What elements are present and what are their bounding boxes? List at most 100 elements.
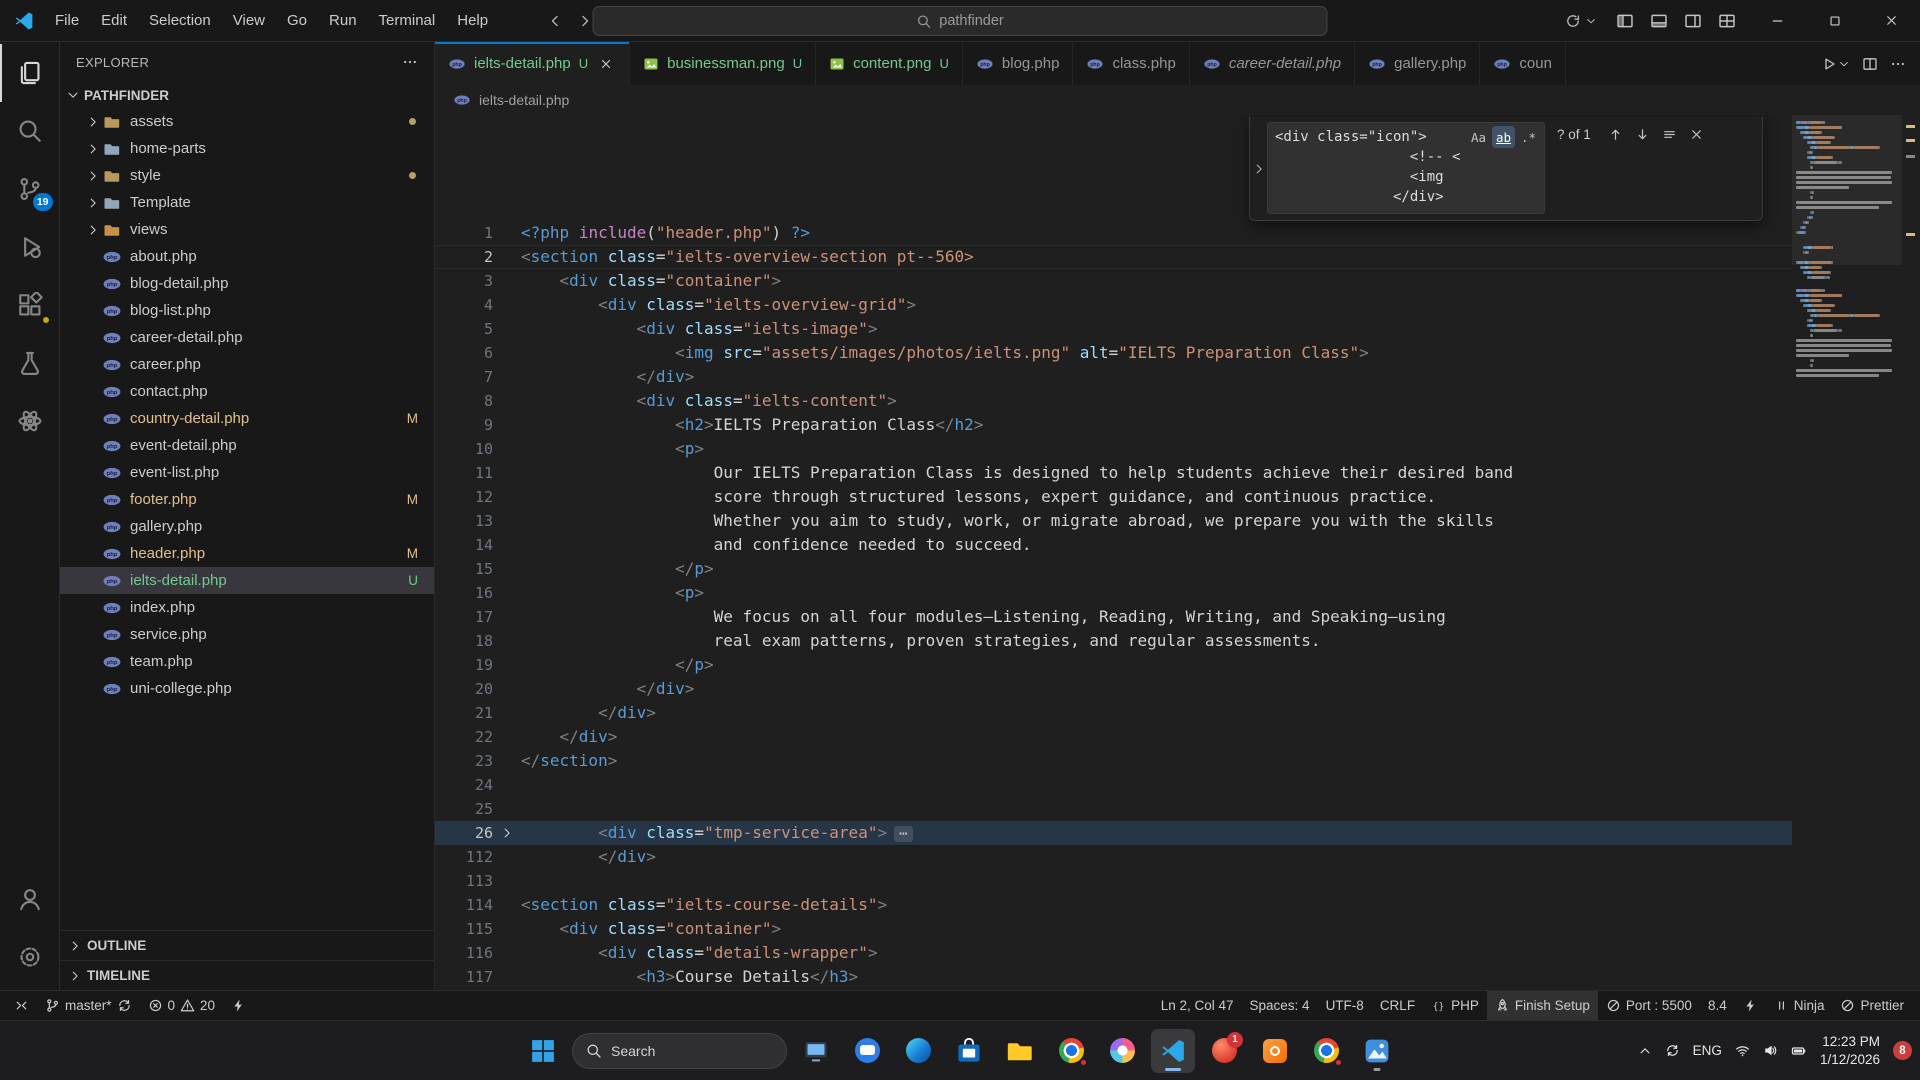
- tree-folder-home-parts[interactable]: home-parts: [60, 135, 434, 162]
- tree-file-team.php[interactable]: phpteam.php: [60, 648, 434, 675]
- find-input[interactable]: <div class="icon"> <!-- < <img </div> Aa…: [1267, 122, 1545, 214]
- code-line[interactable]: 16 <p>: [435, 581, 1792, 605]
- battery-icon[interactable]: [1791, 1043, 1807, 1059]
- activity-testing[interactable]: [0, 334, 60, 392]
- find-toggle-match-case[interactable]: Aa: [1467, 126, 1490, 148]
- code-line[interactable]: 117 <h3>Course Details</h3>: [435, 965, 1792, 989]
- line-number[interactable]: 21: [435, 701, 493, 725]
- code-line[interactable]: 15 </p>: [435, 557, 1792, 581]
- volume-icon[interactable]: [1763, 1043, 1778, 1058]
- line-number[interactable]: 113: [435, 869, 493, 893]
- tree-file-gallery.php[interactable]: phpgallery.php: [60, 513, 434, 540]
- tree-file-career.php[interactable]: phpcareer.php: [60, 351, 434, 378]
- tree-file-footer.php[interactable]: phpfooter.phpM: [60, 486, 434, 513]
- code-line[interactable]: 7 </div>: [435, 365, 1792, 389]
- line-number[interactable]: 2: [435, 245, 493, 269]
- code-line[interactable]: 2<section class="ielts-overview-section …: [435, 245, 1792, 269]
- code-line[interactable]: 25: [435, 797, 1792, 821]
- tree-file-blog-detail.php[interactable]: phpblog-detail.php: [60, 270, 434, 297]
- project-root[interactable]: PATHFINDER: [60, 82, 434, 108]
- taskbar-app-file-explorer-window[interactable]: [794, 1029, 838, 1073]
- line-number[interactable]: 8: [435, 389, 493, 413]
- line-number[interactable]: 11: [435, 461, 493, 485]
- status-live-status[interactable]: [1735, 991, 1766, 1020]
- find-in-selection-button[interactable]: [1657, 122, 1682, 146]
- minimap[interactable]: [1792, 115, 1902, 990]
- menu-go[interactable]: Go: [276, 6, 318, 36]
- tree-folder-style[interactable]: style: [60, 162, 434, 189]
- code-line[interactable]: 19 </p>: [435, 653, 1792, 677]
- menu-file[interactable]: File: [44, 6, 90, 36]
- toggle-secondary-sidebar-icon[interactable]: [1679, 7, 1707, 35]
- find-close-button[interactable]: [1684, 122, 1709, 146]
- line-number[interactable]: 112: [435, 845, 493, 869]
- back-icon[interactable]: [547, 13, 563, 29]
- toggle-panel-icon[interactable]: [1645, 7, 1673, 35]
- notification-badge[interactable]: 8: [1893, 1041, 1912, 1060]
- activity-addons[interactable]: [0, 392, 60, 450]
- fold-gutter[interactable]: [493, 821, 521, 845]
- line-number[interactable]: 7: [435, 365, 493, 389]
- code-line[interactable]: 5 <div class="ielts-image">: [435, 317, 1792, 341]
- taskbar-app-file-explorer[interactable]: [998, 1029, 1042, 1073]
- code-line[interactable]: 21 </div>: [435, 701, 1792, 725]
- status-problems[interactable]: 020: [140, 991, 224, 1020]
- code-line[interactable]: 12 score through structured lessons, exp…: [435, 485, 1792, 509]
- code-line[interactable]: 13 Whether you aim to study, work, or mi…: [435, 509, 1792, 533]
- find-toggle-use-regex[interactable]: .*: [1517, 126, 1540, 148]
- tree-file-service.php[interactable]: phpservice.php: [60, 621, 434, 648]
- status-ninja[interactable]: Ninja: [1766, 991, 1833, 1020]
- tab-career-detail.php[interactable]: phpcareer-detail.php: [1190, 42, 1355, 85]
- code-line[interactable]: 116 <div class="details-wrapper">: [435, 941, 1792, 965]
- status-git-branch[interactable]: master*: [37, 991, 140, 1020]
- tree-file-event-list.php[interactable]: phpevent-list.php: [60, 459, 434, 486]
- status-finish-setup[interactable]: Finish Setup: [1487, 991, 1598, 1020]
- code-line[interactable]: 24: [435, 773, 1792, 797]
- tree-file-country-detail.php[interactable]: phpcountry-detail.phpM: [60, 405, 434, 432]
- code-line[interactable]: 3 <div class="container">: [435, 269, 1792, 293]
- status-prettier[interactable]: Prettier: [1832, 991, 1912, 1020]
- tree-file-uni-college.php[interactable]: phpuni-college.php: [60, 675, 434, 702]
- line-number[interactable]: 4: [435, 293, 493, 317]
- run-code-button[interactable]: [1821, 56, 1850, 72]
- line-number[interactable]: 22: [435, 725, 493, 749]
- taskbar-app-photos[interactable]: [1355, 1029, 1399, 1073]
- tree-file-career-detail.php[interactable]: phpcareer-detail.php: [60, 324, 434, 351]
- line-number[interactable]: 9: [435, 413, 493, 437]
- menu-view[interactable]: View: [222, 6, 276, 36]
- code-line[interactable]: 4 <div class="ielts-overview-grid">: [435, 293, 1792, 317]
- tree-file-ielts-detail.php[interactable]: phpielts-detail.phpU: [60, 567, 434, 594]
- taskbar-app-chrome[interactable]: [1049, 1029, 1093, 1073]
- close-window-button[interactable]: [1863, 0, 1920, 42]
- line-number[interactable]: 117: [435, 965, 493, 989]
- taskbar-app-chat[interactable]: [845, 1029, 889, 1073]
- find-previous-button[interactable]: [1603, 122, 1628, 146]
- command-center-search[interactable]: pathfinder: [593, 6, 1328, 36]
- tree-folder-assets[interactable]: assets: [60, 108, 434, 135]
- line-number[interactable]: 20: [435, 677, 493, 701]
- line-number[interactable]: 6: [435, 341, 493, 365]
- activity-explorer[interactable]: [0, 44, 60, 102]
- tree-file-blog-list.php[interactable]: phpblog-list.php: [60, 297, 434, 324]
- taskbar-app-edge[interactable]: [896, 1029, 940, 1073]
- tab-businessman.png[interactable]: businessman.pngU: [630, 42, 816, 85]
- tab-class.php[interactable]: phpclass.php: [1073, 42, 1189, 85]
- code-line[interactable]: 114<section class="ielts-course-details"…: [435, 893, 1792, 917]
- start-button[interactable]: [521, 1029, 565, 1073]
- line-number[interactable]: 5: [435, 317, 493, 341]
- toggle-replace-icon[interactable]: [1250, 117, 1267, 220]
- status-remote-indicator[interactable]: [6, 991, 37, 1020]
- taskbar-app-notifications-app[interactable]: 1: [1202, 1029, 1246, 1073]
- menu-run[interactable]: Run: [318, 6, 368, 36]
- status-thunder[interactable]: [223, 991, 254, 1020]
- code-line[interactable]: 9 <h2>IELTS Preparation Class</h2>: [435, 413, 1792, 437]
- activity-settings[interactable]: [0, 928, 60, 986]
- line-number[interactable]: 10: [435, 437, 493, 461]
- line-number[interactable]: 17: [435, 605, 493, 629]
- wifi-icon[interactable]: [1735, 1043, 1750, 1058]
- find-toggle-whole-word[interactable]: ab: [1492, 126, 1515, 148]
- status-port[interactable]: Port : 5500: [1598, 991, 1700, 1020]
- code-line[interactable]: 17 We focus on all four modules—Listenin…: [435, 605, 1792, 629]
- tree-file-event-detail.php[interactable]: phpevent-detail.php: [60, 432, 434, 459]
- tab-ielts-detail.php[interactable]: phpielts-detail.phpU: [435, 42, 630, 85]
